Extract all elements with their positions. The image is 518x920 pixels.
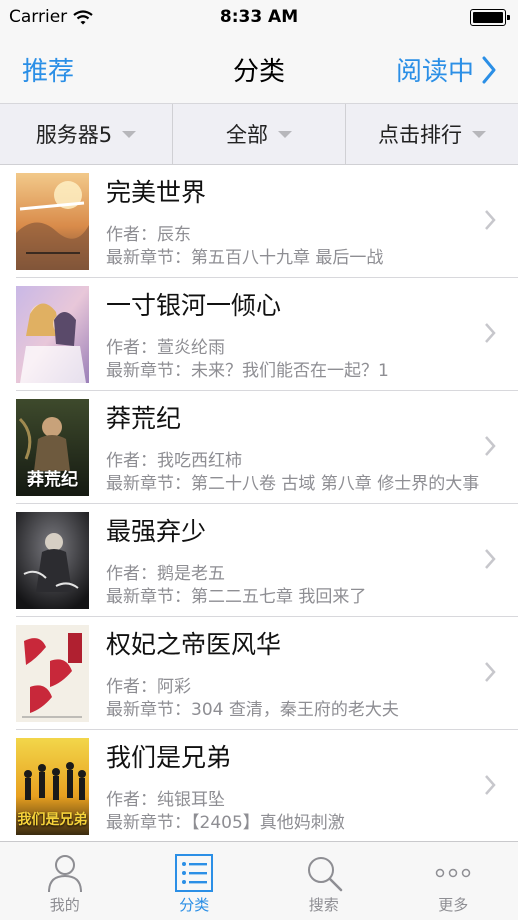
caret-down-icon [278,130,292,138]
book-row[interactable]: 我们是兄弟 我们是兄弟 作者：纯银耳坠 最新章节：【2405】真他妈刺激 [0,730,518,841]
book-latest-chapter: 最新章节：304 查清，秦王府的老大夫 [106,700,399,720]
list-icon [175,854,214,892]
tab-label: 分类 [179,896,210,914]
book-cover [16,286,89,383]
book-author: 作者：我吃西红柿 [106,451,242,471]
caret-down-icon [472,130,486,138]
reading-label: 阅读中 [395,57,474,87]
more-icon [436,868,471,878]
book-row[interactable]: 一寸银河一倾心 作者：萱炎纶雨 最新章节：未来？我们能否在一起？1 [0,278,518,391]
book-list[interactable]: 完美世界 作者：辰东 最新章节：第五百八十九章 最后一战 一寸银河一倾心 作者：… [0,165,518,841]
tab-label: 搜索 [308,896,339,914]
status-bar: Carrier 8:33 AM [0,0,518,36]
book-latest-chapter: 最新章节：第五百八十九章 最后一战 [106,248,384,268]
server-filter-label: 服务器5 [35,123,113,147]
tab-search[interactable]: 搜索 [259,842,389,920]
filter-bar: 服务器5 全部 点击排行 [0,103,518,165]
book-cover [16,173,89,270]
chevron-right-icon [485,436,496,456]
book-author: 作者：辰东 [106,225,191,245]
caret-down-icon [122,130,137,138]
book-title: 莽荒纪 [106,404,182,433]
book-row[interactable]: 最强弃少 作者：鹅是老五 最新章节：第二二五七章 我回来了 [0,504,518,617]
reading-button[interactable]: 阅读中 [396,51,496,88]
tab-label: 更多 [438,896,469,914]
chevron-right-icon [485,323,496,343]
book-cover-title: 莽荒纪 [27,470,78,490]
book-row[interactable]: 权妃之帝医风华 作者：阿彩 最新章节：304 查清，秦王府的老大夫 [0,617,518,730]
book-cover [16,512,89,609]
book-cover: 莽荒纪 [16,399,89,496]
book-title: 一寸银河一倾心 [106,291,282,320]
tab-mine[interactable]: 我的 [0,842,130,920]
sort-filter-label: 点击排行 [378,123,462,147]
tab-more[interactable]: 更多 [389,842,518,920]
book-latest-chapter: 最新章节：第二二五七章 我回来了 [106,587,367,607]
navigation-bar: 推荐 分类 阅读中 [0,36,518,103]
book-title: 权妃之帝医风华 [106,630,282,659]
chevron-right-icon [485,210,496,230]
book-title: 最强弃少 [106,517,207,546]
battery-icon [470,9,510,26]
book-author: 作者：阿彩 [106,677,191,697]
sort-filter[interactable]: 点击排行 [345,104,518,164]
tab-label: 我的 [49,896,80,914]
person-icon [47,855,82,893]
book-latest-chapter: 最新章节：【2405】真他妈刺激 [106,813,345,833]
tab-category[interactable]: 分类 [130,842,260,920]
server-filter[interactable]: 服务器5 [0,104,172,164]
search-icon [307,857,342,892]
chevron-right-icon [485,549,496,569]
book-latest-chapter: 最新章节：未来？我们能否在一起？1 [106,361,389,381]
chevron-right-icon [482,56,496,83]
book-cover: 我们是兄弟 [16,738,89,835]
clock: 8:33 AM [219,7,299,27]
book-cover-title: 我们是兄弟 [17,812,88,828]
book-row[interactable]: 完美世界 作者：辰东 最新章节：第五百八十九章 最后一战 [0,165,518,278]
book-title: 我们是兄弟 [106,743,232,772]
book-cover [16,625,89,722]
book-latest-chapter: 最新章节：第二十八卷 古域 第八章 修士界的大事 [106,474,480,494]
tab-bar: 我的 分类 搜索 更多 [0,841,518,920]
category-filter-label: 全部 [226,123,268,147]
book-author: 作者：纯银耳坠 [106,790,225,810]
category-filter[interactable]: 全部 [172,104,345,164]
chevron-right-icon [485,775,496,795]
book-author: 作者：萱炎纶雨 [106,338,225,358]
book-author: 作者：鹅是老五 [106,564,225,584]
chevron-right-icon [485,662,496,682]
book-title: 完美世界 [106,178,207,207]
book-row[interactable]: 莽荒纪 莽荒纪 作者：我吃西红柿 最新章节：第二十八卷 古域 第八章 修士界的大… [0,391,518,504]
